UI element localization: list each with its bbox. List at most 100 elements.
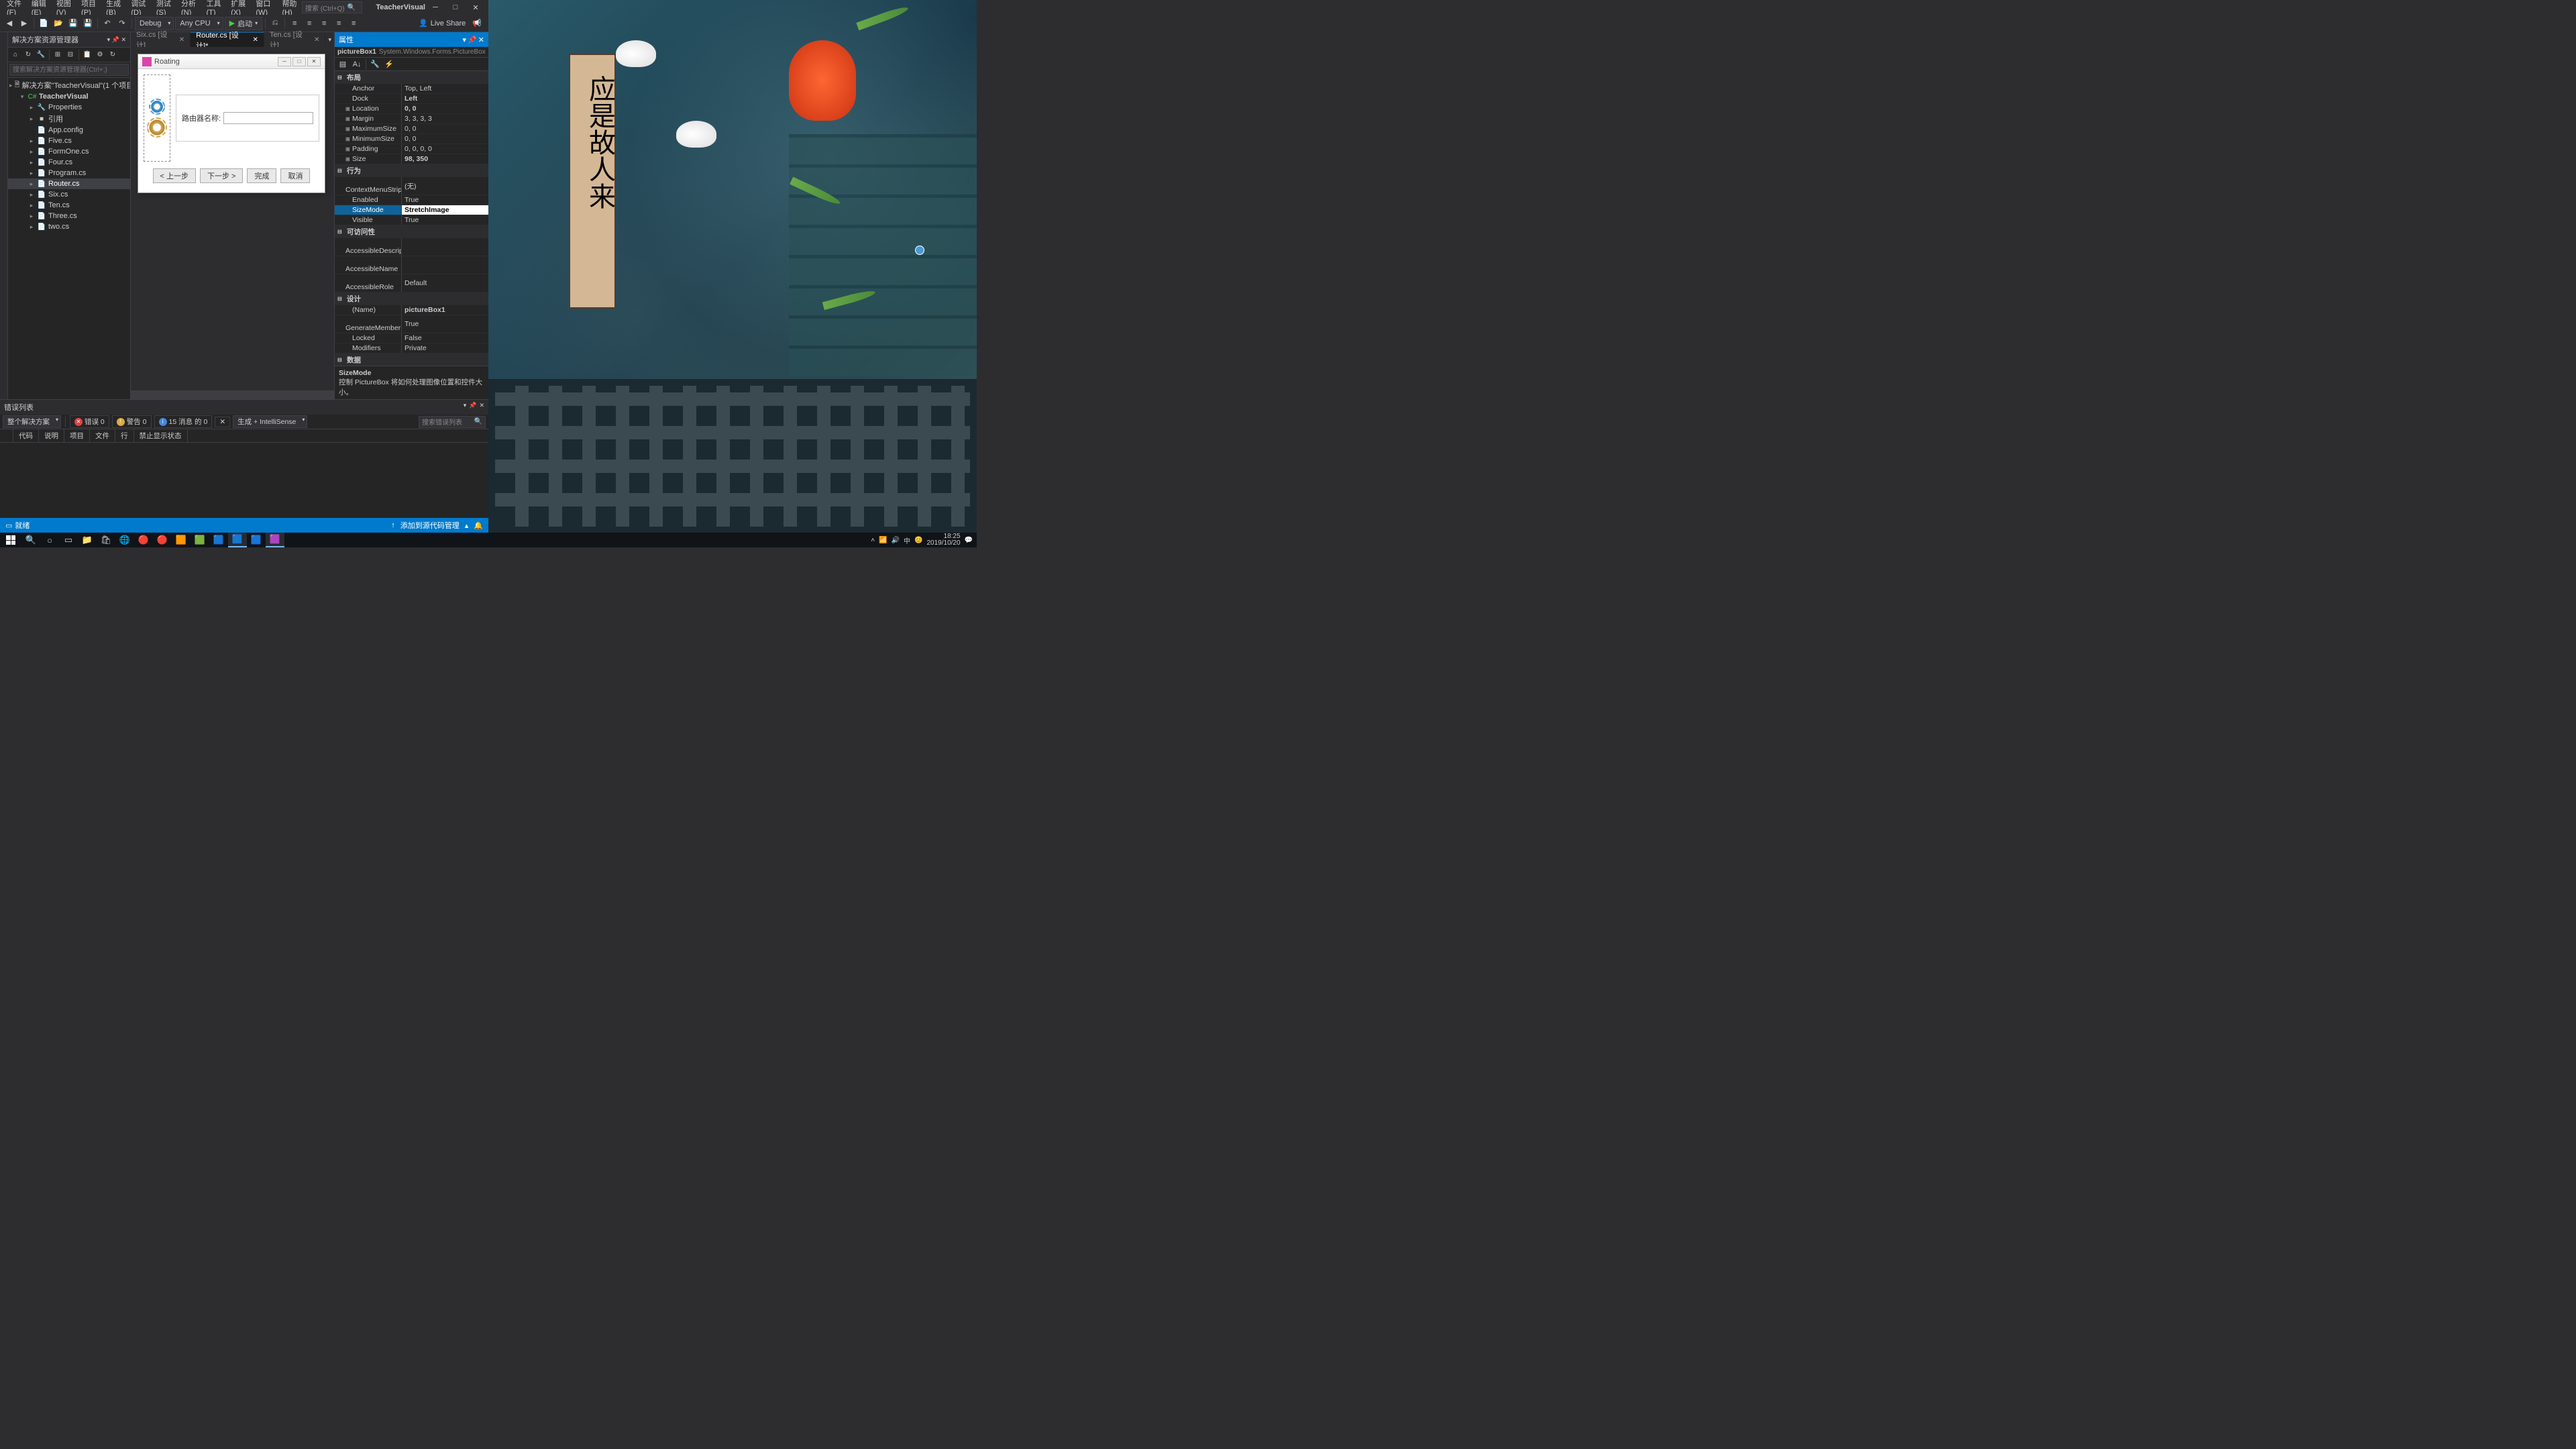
network-icon[interactable]: 📶 <box>879 537 887 544</box>
dropdown-icon[interactable]: ▾ <box>464 402 467 413</box>
wizard-button[interactable]: 下一步 > <box>200 168 243 183</box>
tray-chevron-icon[interactable]: ˄ <box>871 537 875 544</box>
notifications-icon[interactable]: 💬 <box>965 537 973 544</box>
close-icon[interactable]: ✕ <box>121 36 126 43</box>
ime-indicator[interactable]: 中 <box>904 535 910 545</box>
home-button[interactable]: ⌂ <box>9 49 21 61</box>
error-search-input[interactable]: 搜索错误列表 🔍 <box>419 416 486 428</box>
tab-close-icon[interactable]: ✕ <box>314 36 319 44</box>
textbox-control[interactable] <box>223 112 313 124</box>
tab-close-icon[interactable]: ✕ <box>179 36 184 44</box>
tree-file-node[interactable]: ▸📄Four.cs <box>8 157 130 168</box>
tree-file-node[interactable]: ▸📄Five.cs <box>8 136 130 146</box>
wizard-button[interactable]: 取消 <box>280 168 310 183</box>
store-button[interactable]: 🛍 <box>97 533 115 547</box>
property-row[interactable]: VisibleTrue <box>335 215 488 225</box>
toolbar-button[interactable]: ⊞ <box>52 49 64 61</box>
dropdown-icon[interactable]: ▾ <box>107 36 111 43</box>
errors-filter[interactable]: ✕错误 0 <box>70 415 109 428</box>
column-header[interactable]: 说明 <box>39 429 64 442</box>
maximize-button[interactable]: □ <box>445 1 466 14</box>
toolbar-button[interactable]: 🔧 <box>35 49 47 61</box>
desktop-badge-icon[interactable] <box>915 246 924 255</box>
taskbar-app[interactable]: 🟦 <box>209 533 228 547</box>
scope-dropdown[interactable]: 整个解决方案 <box>3 415 61 428</box>
tree-file-node[interactable]: ▸📄FormOne.cs <box>8 146 130 157</box>
property-category[interactable]: ⊟可访问性 <box>335 225 488 238</box>
clear-filter[interactable]: ✕ <box>215 417 230 427</box>
start-debug-button[interactable]: ▶ 启动 ▾ <box>225 17 262 30</box>
ime-icon[interactable]: 😊 <box>914 537 922 544</box>
property-row[interactable]: ⊞Location0, 0 <box>335 104 488 114</box>
tree-file-node[interactable]: ▸📄Three.cs <box>8 211 130 221</box>
picturebox-control[interactable] <box>144 74 170 162</box>
tab-dropdown-icon[interactable]: ▾ <box>328 36 331 44</box>
save-all-button[interactable]: 💾 <box>81 17 95 30</box>
new-project-button[interactable]: 📄 <box>37 17 50 30</box>
quick-search-input[interactable]: 搜索 (Ctrl+Q) 🔍 <box>302 1 362 13</box>
clock[interactable]: 18:25 2019/10/20 <box>926 533 960 547</box>
groupbox-control[interactable]: 路由器名称: <box>176 95 319 142</box>
visual-studio-button[interactable]: 🟪 <box>266 533 284 547</box>
toolbar-button[interactable]: ≡ <box>303 17 316 30</box>
property-row[interactable]: DockLeft <box>335 94 488 104</box>
vscode-button[interactable]: 🟦 <box>228 533 247 547</box>
toolbar-button[interactable]: 📋 <box>81 49 93 61</box>
property-row[interactable]: ⊞MinimumSize0, 0 <box>335 134 488 144</box>
tree-file-node[interactable]: ▸📄Ten.cs <box>8 200 130 211</box>
save-button[interactable]: 💾 <box>66 17 80 30</box>
column-header[interactable]: 代码 <box>13 429 39 442</box>
undo-button[interactable]: ↶ <box>101 17 114 30</box>
publish-icon[interactable]: ↑ <box>391 521 395 529</box>
toolbar-button[interactable]: ⎌ <box>268 17 282 30</box>
configuration-dropdown[interactable]: Debug <box>135 17 174 30</box>
designed-form-window[interactable]: Roating ─ □ ✕ <box>138 54 325 193</box>
property-row[interactable]: AnchorTop, Left <box>335 84 488 94</box>
taskbar-app[interactable]: 🟧 <box>172 533 191 547</box>
property-category[interactable]: ⊟行为 <box>335 164 488 177</box>
back-button[interactable]: ◀ <box>3 17 16 30</box>
toolbar-button[interactable]: ↻ <box>107 49 119 61</box>
task-view-button[interactable]: ▭ <box>59 533 78 547</box>
toolbar-button[interactable]: ≡ <box>347 17 360 30</box>
pin-icon[interactable]: 📌 <box>468 36 477 44</box>
toolbar-button[interactable]: ↻ <box>22 49 34 61</box>
dropdown-icon[interactable]: ▾ <box>463 36 467 44</box>
column-header[interactable]: 文件 <box>90 429 115 442</box>
chrome-button[interactable]: 🌐 <box>115 533 134 547</box>
forward-button[interactable]: ▶ <box>17 17 31 30</box>
categorized-button[interactable]: ▤ <box>336 58 350 71</box>
property-row[interactable]: ContextMenuStrip(无) <box>335 177 488 195</box>
toolbar-button[interactable]: ≡ <box>332 17 345 30</box>
open-button[interactable]: 📂 <box>52 17 65 30</box>
tree-file-node[interactable]: ▸📄two.cs <box>8 221 130 232</box>
editor-tab[interactable]: Six.cs [设计]✕ <box>131 32 191 47</box>
horizontal-scrollbar[interactable] <box>131 390 334 399</box>
tree-file-node[interactable]: 📄App.config <box>8 125 130 136</box>
toolbar-button[interactable]: ⊟ <box>64 49 76 61</box>
close-icon[interactable]: ✕ <box>479 402 484 413</box>
word-button[interactable]: 🟦 <box>247 533 266 547</box>
property-row[interactable]: (Name)pictureBox1 <box>335 305 488 315</box>
tree-file-node[interactable]: ▸📄Program.cs <box>8 168 130 178</box>
property-row[interactable]: ⊞Margin3, 3, 3, 3 <box>335 114 488 124</box>
close-icon[interactable]: ✕ <box>478 36 484 44</box>
property-row[interactable]: AccessibleName <box>335 256 488 274</box>
column-header[interactable]: 项目 <box>64 429 90 442</box>
properties-button[interactable]: 🔧 <box>368 58 382 71</box>
pin-icon[interactable]: 📌 <box>469 402 476 413</box>
property-row[interactable]: ⊞MaximumSize0, 0 <box>335 124 488 134</box>
notifications-icon[interactable]: 🔔 <box>474 521 483 530</box>
column-header[interactable]: 行 <box>115 429 134 442</box>
editor-tab[interactable]: Router.cs [设计]*✕ <box>191 32 264 47</box>
taskbar-app[interactable]: 🔴 <box>153 533 172 547</box>
tree-file-node[interactable]: ▸📄Six.cs <box>8 189 130 200</box>
solution-search-input[interactable] <box>9 64 129 76</box>
project-node[interactable]: ▾ C# TeacherVisual <box>8 91 130 102</box>
form-designer-canvas[interactable]: Roating ─ □ ✕ <box>131 47 334 390</box>
solution-root[interactable]: ▸ 🗎 解决方案"TeacherVisual"(1 个项目/共 1 个) <box>8 79 130 91</box>
property-row[interactable]: SizeModeStretchImage <box>335 205 488 215</box>
property-row[interactable]: GenerateMemberTrue <box>335 315 488 333</box>
toolbar-button[interactable]: ⚙ <box>94 49 106 61</box>
property-row[interactable]: EnabledTrue <box>335 195 488 205</box>
